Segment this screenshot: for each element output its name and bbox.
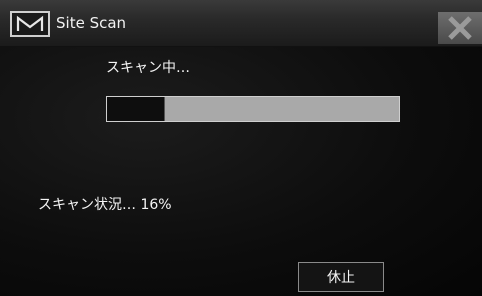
scanning-label: スキャン中… bbox=[106, 60, 190, 76]
m-logo-icon bbox=[10, 11, 50, 37]
progress-fill bbox=[107, 97, 165, 121]
close-button[interactable] bbox=[438, 12, 482, 44]
scan-progress-bar bbox=[106, 96, 400, 122]
pause-button[interactable]: 休止 bbox=[298, 262, 384, 292]
site-scan-window: Site Scan スキャン中… スキャン状況… 16% 休止 bbox=[0, 0, 482, 296]
close-icon bbox=[448, 16, 472, 40]
title-bar: Site Scan bbox=[0, 0, 482, 47]
scan-status-text: スキャン状況… 16% bbox=[38, 197, 172, 213]
window-title: Site Scan bbox=[56, 14, 127, 32]
